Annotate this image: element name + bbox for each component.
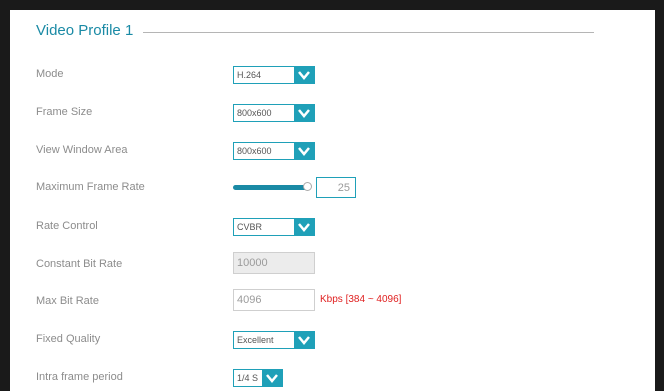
fixed-quality-value: Excellent (237, 335, 274, 345)
constant-bit-rate-value: 10000 (237, 257, 268, 269)
frame-rate-slider-handle[interactable] (303, 182, 312, 191)
intra-frame-select[interactable]: 1/4 S (233, 369, 283, 387)
view-window-select[interactable]: 800x600 (233, 142, 315, 160)
mode-value: H.264 (237, 70, 262, 80)
chevron-down-icon (294, 332, 314, 348)
max-bit-rate-value: 4096 (237, 294, 262, 306)
frame-rate-input[interactable]: 25 (316, 177, 356, 198)
frame-size-select[interactable]: 800x600 (233, 104, 315, 122)
mode-select[interactable]: H.264 (233, 66, 315, 84)
title-divider (143, 32, 594, 33)
constant-bit-rate-input: 10000 (233, 252, 315, 274)
fixed-quality-label: Fixed Quality (36, 333, 101, 345)
frame-size-label: Frame Size (36, 106, 93, 118)
chevron-down-icon (294, 219, 314, 235)
chevron-down-icon (294, 143, 314, 159)
frame-rate-value: 25 (337, 182, 350, 194)
chevron-down-icon (262, 370, 282, 386)
chevron-down-icon (294, 67, 314, 83)
view-window-label: View Window Area (36, 144, 128, 156)
max-bit-rate-label: Max Bit Rate (36, 295, 99, 307)
video-profile-panel: Video Profile 1 Mode H.264 Frame Size 80… (10, 10, 655, 391)
max-bit-rate-input[interactable]: 4096 (233, 289, 315, 311)
section-title: Video Profile 1 (36, 22, 134, 39)
fixed-quality-select[interactable]: Excellent (233, 331, 315, 349)
rate-control-select[interactable]: CVBR (233, 218, 315, 236)
chevron-down-icon (294, 105, 314, 121)
constant-bit-rate-label: Constant Bit Rate (36, 258, 123, 270)
rate-control-label: Rate Control (36, 220, 98, 232)
rate-control-value: CVBR (237, 222, 263, 232)
max-frame-rate-label: Maximum Frame Rate (36, 181, 145, 193)
frame-rate-slider[interactable] (233, 185, 309, 190)
frame-size-value: 800x600 (237, 108, 272, 118)
mode-label: Mode (36, 68, 64, 80)
intra-frame-label: Intra frame period (36, 371, 123, 383)
intra-frame-value: 1/4 S (237, 373, 259, 383)
view-window-value: 800x600 (237, 146, 272, 156)
max-bit-rate-hint: Kbps [384 ~ 4096] (320, 294, 402, 305)
